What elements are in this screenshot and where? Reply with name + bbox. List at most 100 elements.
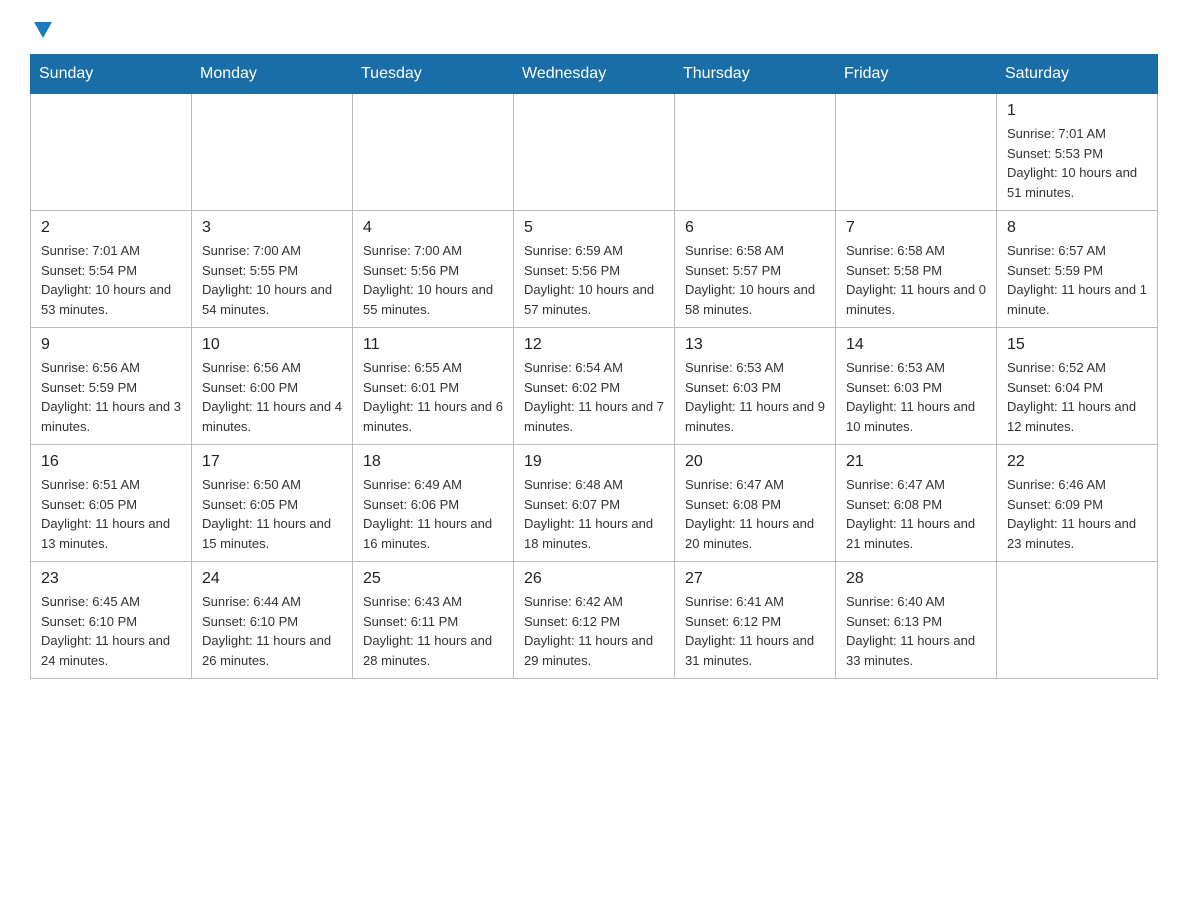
calendar-cell: [997, 562, 1158, 679]
day-number: 28: [846, 570, 986, 588]
calendar-cell: 9 Sunrise: 6:56 AMSunset: 5:59 PMDaylight…: [31, 328, 192, 445]
day-number: 25: [363, 570, 503, 588]
day-number: 19: [524, 453, 664, 471]
calendar-cell: 27Sunrise: 6:41 AMSunset: 6:12 PMDayligh…: [675, 562, 836, 679]
calendar-cell: 11 Sunrise: 6:55 AMSunset: 6:01 PMDayligh…: [353, 328, 514, 445]
day-number: 12: [524, 336, 664, 354]
calendar-cell: 5Sunrise: 6:59 AMSunset: 5:56 PMDaylight…: [514, 211, 675, 328]
day-number: 9: [41, 336, 181, 354]
header-friday: Friday: [836, 55, 997, 94]
calendar-cell: 10 Sunrise: 6:56 AMSunset: 6:00 PMDayligh…: [192, 328, 353, 445]
calendar-cell: [675, 94, 836, 211]
week-row-3: 16 Sunrise: 6:51 AMSunset: 6:05 PMDayligh…: [31, 445, 1158, 562]
calendar-cell: 26 Sunrise: 6:42 AMSunset: 6:12 PMDayligh…: [514, 562, 675, 679]
day-info: Sunrise: 6:49 AMSunset: 6:06 PMDaylight:…: [363, 475, 503, 553]
day-info: Sunrise: 6:51 AMSunset: 6:05 PMDaylight:…: [41, 475, 181, 553]
day-info: Sunrise: 6:41 AMSunset: 6:12 PMDaylight:…: [685, 592, 825, 670]
day-number: 26: [524, 570, 664, 588]
day-info: Sunrise: 6:58 AMSunset: 5:58 PMDaylight:…: [846, 241, 986, 319]
day-number: 5: [524, 219, 664, 237]
day-number: 8: [1007, 219, 1147, 237]
day-info: Sunrise: 6:58 AMSunset: 5:57 PMDaylight:…: [685, 241, 825, 319]
calendar-cell: 16 Sunrise: 6:51 AMSunset: 6:05 PMDayligh…: [31, 445, 192, 562]
calendar-cell: 13Sunrise: 6:53 AMSunset: 6:03 PMDayligh…: [675, 328, 836, 445]
day-number: 3: [202, 219, 342, 237]
calendar-cell: 22 Sunrise: 6:46 AMSunset: 6:09 PMDayligh…: [997, 445, 1158, 562]
day-info: Sunrise: 6:43 AMSunset: 6:11 PMDaylight:…: [363, 592, 503, 670]
day-number: 10: [202, 336, 342, 354]
header-tuesday: Tuesday: [353, 55, 514, 94]
day-number: 7: [846, 219, 986, 237]
day-info: Sunrise: 6:47 AMSunset: 6:08 PMDaylight:…: [685, 475, 825, 553]
day-number: 23: [41, 570, 181, 588]
week-row-0: 1 Sunrise: 7:01 AMSunset: 5:53 PMDaylight…: [31, 94, 1158, 211]
day-info: Sunrise: 6:52 AMSunset: 6:04 PMDaylight:…: [1007, 358, 1147, 436]
day-number: 1: [1007, 102, 1147, 120]
day-info: Sunrise: 6:50 AMSunset: 6:05 PMDaylight:…: [202, 475, 342, 553]
calendar-cell: 25 Sunrise: 6:43 AMSunset: 6:11 PMDayligh…: [353, 562, 514, 679]
header-saturday: Saturday: [997, 55, 1158, 94]
calendar-cell: [192, 94, 353, 211]
logo-triangle-icon: [32, 18, 54, 40]
day-number: 6: [685, 219, 825, 237]
day-number: 17: [202, 453, 342, 471]
day-number: 24: [202, 570, 342, 588]
day-info: Sunrise: 6:44 AMSunset: 6:10 PMDaylight:…: [202, 592, 342, 670]
day-number: 20: [685, 453, 825, 471]
day-number: 15: [1007, 336, 1147, 354]
day-number: 21: [846, 453, 986, 471]
day-number: 4: [363, 219, 503, 237]
calendar-cell: [31, 94, 192, 211]
calendar-cell: 1 Sunrise: 7:01 AMSunset: 5:53 PMDaylight…: [997, 94, 1158, 211]
day-info: Sunrise: 6:47 AMSunset: 6:08 PMDaylight:…: [846, 475, 986, 553]
day-info: Sunrise: 6:56 AMSunset: 5:59 PMDaylight:…: [41, 358, 181, 436]
calendar-cell: 2 Sunrise: 7:01 AMSunset: 5:54 PMDaylight…: [31, 211, 192, 328]
day-number: 13: [685, 336, 825, 354]
calendar-cell: 7 Sunrise: 6:58 AMSunset: 5:58 PMDaylight…: [836, 211, 997, 328]
day-info: Sunrise: 7:00 AMSunset: 5:56 PMDaylight:…: [363, 241, 503, 319]
calendar-cell: 8 Sunrise: 6:57 AMSunset: 5:59 PMDaylight…: [997, 211, 1158, 328]
logo: [30, 20, 54, 34]
day-number: 16: [41, 453, 181, 471]
calendar-cell: 17 Sunrise: 6:50 AMSunset: 6:05 PMDayligh…: [192, 445, 353, 562]
calendar-cell: 23 Sunrise: 6:45 AMSunset: 6:10 PMDayligh…: [31, 562, 192, 679]
day-info: Sunrise: 6:40 AMSunset: 6:13 PMDaylight:…: [846, 592, 986, 670]
day-info: Sunrise: 7:01 AMSunset: 5:54 PMDaylight:…: [41, 241, 181, 319]
calendar-cell: 14Sunrise: 6:53 AMSunset: 6:03 PMDayligh…: [836, 328, 997, 445]
calendar-cell: 18 Sunrise: 6:49 AMSunset: 6:06 PMDayligh…: [353, 445, 514, 562]
day-info: Sunrise: 6:46 AMSunset: 6:09 PMDaylight:…: [1007, 475, 1147, 553]
day-info: Sunrise: 6:45 AMSunset: 6:10 PMDaylight:…: [41, 592, 181, 670]
day-info: Sunrise: 6:56 AMSunset: 6:00 PMDaylight:…: [202, 358, 342, 436]
day-info: Sunrise: 6:55 AMSunset: 6:01 PMDaylight:…: [363, 358, 503, 436]
week-row-1: 2 Sunrise: 7:01 AMSunset: 5:54 PMDaylight…: [31, 211, 1158, 328]
calendar-cell: 20 Sunrise: 6:47 AMSunset: 6:08 PMDayligh…: [675, 445, 836, 562]
calendar-cell: [836, 94, 997, 211]
day-info: Sunrise: 6:42 AMSunset: 6:12 PMDaylight:…: [524, 592, 664, 670]
calendar-cell: 3 Sunrise: 7:00 AMSunset: 5:55 PMDaylight…: [192, 211, 353, 328]
header-thursday: Thursday: [675, 55, 836, 94]
day-info: Sunrise: 7:00 AMSunset: 5:55 PMDaylight:…: [202, 241, 342, 319]
day-headers-row: Sunday Monday Tuesday Wednesday Thursday…: [31, 55, 1158, 94]
week-row-2: 9 Sunrise: 6:56 AMSunset: 5:59 PMDaylight…: [31, 328, 1158, 445]
calendar-cell: 15 Sunrise: 6:52 AMSunset: 6:04 PMDayligh…: [997, 328, 1158, 445]
calendar-cell: [353, 94, 514, 211]
day-info: Sunrise: 6:53 AMSunset: 6:03 PMDaylight:…: [846, 358, 986, 436]
day-info: Sunrise: 6:54 AMSunset: 6:02 PMDaylight:…: [524, 358, 664, 436]
day-number: 2: [41, 219, 181, 237]
page-header: [30, 20, 1158, 34]
day-info: Sunrise: 6:48 AMSunset: 6:07 PMDaylight:…: [524, 475, 664, 553]
week-row-4: 23 Sunrise: 6:45 AMSunset: 6:10 PMDayligh…: [31, 562, 1158, 679]
day-number: 18: [363, 453, 503, 471]
day-number: 11: [363, 336, 503, 354]
calendar-cell: 4 Sunrise: 7:00 AMSunset: 5:56 PMDaylight…: [353, 211, 514, 328]
header-sunday: Sunday: [31, 55, 192, 94]
calendar-cell: [514, 94, 675, 211]
header-wednesday: Wednesday: [514, 55, 675, 94]
header-monday: Monday: [192, 55, 353, 94]
calendar-cell: 24 Sunrise: 6:44 AMSunset: 6:10 PMDayligh…: [192, 562, 353, 679]
calendar-cell: 21 Sunrise: 6:47 AMSunset: 6:08 PMDayligh…: [836, 445, 997, 562]
day-info: Sunrise: 7:01 AMSunset: 5:53 PMDaylight:…: [1007, 124, 1147, 202]
day-number: 22: [1007, 453, 1147, 471]
calendar-table: Sunday Monday Tuesday Wednesday Thursday…: [30, 54, 1158, 679]
day-info: Sunrise: 6:57 AMSunset: 5:59 PMDaylight:…: [1007, 241, 1147, 319]
